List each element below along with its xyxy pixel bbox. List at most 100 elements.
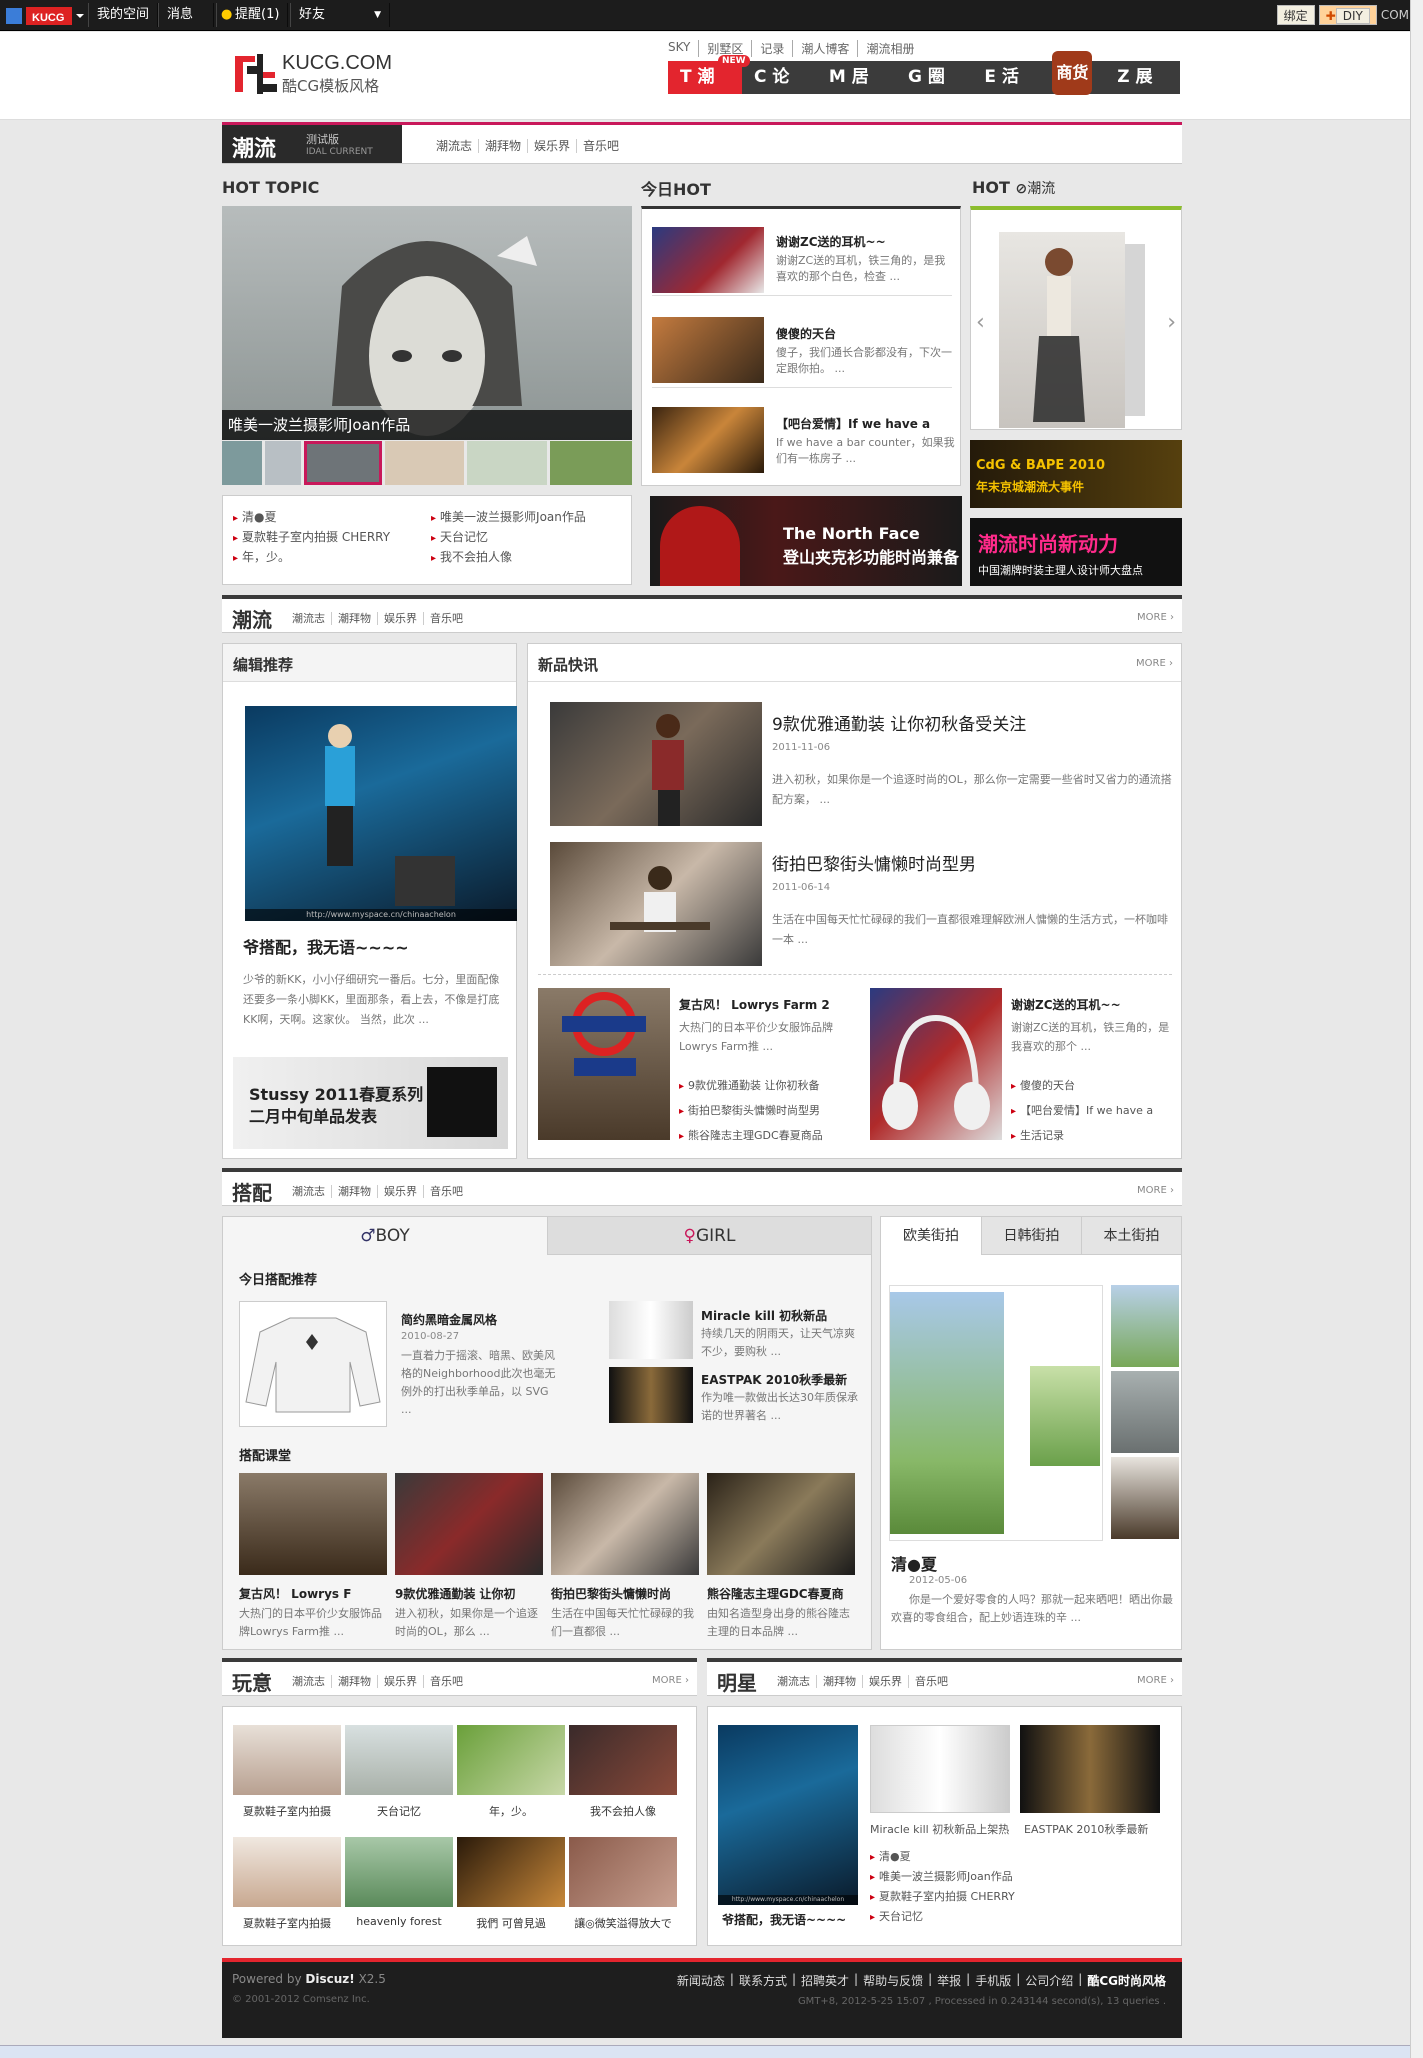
editor-pick-title[interactable]: 爷搭配，我无语~~~~ (243, 934, 409, 958)
wanyi-caption[interactable]: 我不会拍人像 (569, 1803, 677, 1819)
link-chaoliuzhi[interactable]: 潮流志 (286, 1675, 331, 1688)
bind-qq-button[interactable]: 绑定 (1276, 5, 1315, 25)
footer-link[interactable]: 招聘英才 (796, 1972, 854, 1989)
slide-thumb-4[interactable] (384, 441, 465, 485)
wanyi-thumb[interactable] (569, 1725, 677, 1795)
list-item[interactable]: 我不会拍人像 (431, 548, 621, 568)
street-title[interactable]: 清●夏 (891, 1551, 937, 1575)
mingxing-item-2[interactable]: EASTPAK 2010秋季最新 (1024, 1821, 1170, 1837)
nav-chaoliu[interactable]: T 潮流 NEW (668, 55, 750, 120)
tab-boy[interactable]: ♂BOY (223, 1217, 548, 1255)
wanyi-thumb[interactable] (457, 1725, 565, 1795)
stussy-banner[interactable]: Stussy 2011春夏系列 二月中旬单品发表 (233, 1057, 508, 1149)
nav-circles[interactable]: G 圈子 (896, 61, 972, 120)
list-item[interactable]: 街拍巴黎街头慵懒时尚型男 (679, 1099, 849, 1124)
reminders-link[interactable]: ● 提醒(1) (216, 3, 289, 27)
street-thumb-1[interactable] (1111, 1285, 1179, 1367)
outfit-side-title[interactable]: EASTPAK 2010秋季最新 (701, 1371, 847, 1388)
wanyi-thumb[interactable] (345, 1837, 453, 1907)
footer-link[interactable]: 联系方式 (734, 1972, 792, 1989)
news-image-1[interactable] (550, 702, 762, 826)
trend-power-banner[interactable]: 潮流时尚新动力 中国潮牌时装主理人设计师大盘点 (970, 518, 1182, 586)
list-item[interactable]: 9款优雅通勤装 让你初秋备 (679, 1074, 849, 1099)
slide-thumb-1[interactable] (222, 441, 262, 485)
mingxing-main-caption[interactable]: 爷搭配，我无语~~~~ (722, 1911, 846, 1928)
list-item[interactable]: 熊谷隆志主理GDC春夏商品 (679, 1124, 849, 1149)
kucg-menu-button[interactable]: KUCG (6, 6, 86, 26)
class-title[interactable]: 熊谷隆志主理GDC春夏商 (707, 1585, 855, 1602)
friends-menu[interactable]: 好友 ▼ (290, 3, 390, 27)
street-thumb-3[interactable] (1111, 1457, 1179, 1539)
slide-thumb-5[interactable] (467, 441, 548, 485)
link-chaobaiwu[interactable]: 潮拜物 (478, 139, 528, 153)
north-face-banner[interactable]: The North Face 登山夹克衫功能时尚兼备 (650, 496, 962, 586)
subnav-records[interactable]: 记录 (751, 40, 792, 57)
miracle-kill-image[interactable] (609, 1301, 693, 1359)
footer-link[interactable]: 帮助与反馈 (858, 1972, 928, 1989)
cdg-bape-banner[interactable]: CdG & BAPE 2010 年末京城潮流大事件 (970, 440, 1182, 508)
chevron-right-icon[interactable]: › (1167, 310, 1176, 335)
mingxing-main-image[interactable]: http://www.myspace.cn/chinaachelon (718, 1725, 858, 1905)
diy-button[interactable]: ✚ DIY (1318, 5, 1377, 25)
list-item[interactable]: 天台记忆 (870, 1907, 1170, 1927)
outfit-title[interactable]: 简约黑暗金属风格 (401, 1311, 497, 1328)
hot-item-title[interactable]: 谢谢ZC送的耳机~~ (776, 233, 886, 250)
more-link[interactable]: MORE › (1136, 658, 1173, 669)
link-yulejie[interactable]: 娱乐界 (377, 1675, 423, 1688)
wanyi-caption[interactable]: 讓◎微笑溢得放大で (569, 1915, 677, 1931)
list-item[interactable]: 唯美一波兰摄影师Joan作品 (431, 508, 621, 528)
chevron-left-icon[interactable]: ‹ (976, 310, 985, 335)
list-item[interactable]: 年，少。 (233, 548, 423, 568)
news-title[interactable]: 9款优雅通勤装 让你初秋备受关注 (772, 710, 1026, 735)
sweatshirt-image[interactable] (239, 1301, 387, 1427)
link-yinyueba[interactable]: 音乐吧 (908, 1675, 954, 1688)
eastpak-image[interactable] (609, 1367, 693, 1423)
tab-asian-street[interactable]: 日韩街拍 (981, 1217, 1081, 1255)
nav-residents[interactable]: M 居民 (817, 61, 896, 120)
footer-link[interactable]: 新闻动态 (672, 1972, 730, 1989)
nav-events[interactable]: E 活动 (972, 61, 1046, 120)
footer-link[interactable]: 举报 (932, 1972, 966, 1989)
hot-item-title[interactable]: 【吧台爱情】If we have a (776, 415, 930, 432)
link-yinyueba[interactable]: 音乐吧 (423, 1185, 469, 1198)
shop-icon[interactable]: 商货 (1046, 51, 1105, 95)
mingxing-image-2[interactable] (1020, 1725, 1160, 1813)
slide-thumb-6[interactable] (550, 441, 632, 485)
my-space-link[interactable]: 我的空间 (88, 3, 159, 27)
horizontal-scrollbar[interactable] (0, 2045, 1410, 2058)
link-yulejie[interactable]: 娱乐界 (527, 139, 577, 153)
nav-exhibition[interactable]: Z 展览 (1105, 61, 1180, 120)
class-title[interactable]: 街拍巴黎街头慵懒时尚 (551, 1585, 699, 1602)
list-item[interactable]: 夏款鞋子室内拍摄 CHERRY (233, 528, 423, 548)
underground-image[interactable] (538, 988, 670, 1140)
wanyi-thumb[interactable] (345, 1725, 453, 1795)
wanyi-thumb[interactable] (457, 1837, 565, 1907)
mingxing-image-1[interactable] (870, 1725, 1010, 1813)
link-yinyueba[interactable]: 音乐吧 (423, 612, 469, 625)
link-chaoliuzhi[interactable]: 潮流志 (771, 1675, 816, 1688)
class-title[interactable]: 9款优雅通勤装 让你初 (395, 1585, 543, 1602)
col-title[interactable]: 谢谢ZC送的耳机~~ (1011, 996, 1121, 1013)
list-item[interactable]: 清●夏 (233, 508, 423, 528)
footer-link[interactable]: 酷CG时尚风格 (1082, 1972, 1166, 1989)
class-image-2[interactable] (395, 1473, 543, 1575)
tab-girl[interactable]: ♀GIRL (548, 1217, 871, 1255)
messages-link[interactable]: 消息 (158, 3, 214, 27)
tab-western-street[interactable]: 欧美街拍 (881, 1217, 981, 1255)
list-item[interactable]: 天台记忆 (431, 528, 621, 548)
more-link[interactable]: MORE › (1137, 612, 1174, 623)
wanyi-caption[interactable]: 我們 可曾見過 (457, 1915, 565, 1931)
more-link[interactable]: MORE › (1137, 1185, 1174, 1196)
wanyi-caption[interactable]: 夏款鞋子室内拍摄 (233, 1915, 341, 1931)
wanyi-caption[interactable]: 天台记忆 (345, 1803, 453, 1819)
footer-link[interactable]: 手机版 (970, 1972, 1016, 1989)
list-item[interactable]: 唯美一波兰摄影师Joan作品 (870, 1867, 1170, 1887)
class-image-4[interactable] (707, 1473, 855, 1575)
subnav-sky[interactable]: SKY (668, 40, 698, 57)
link-chaobaiwu[interactable]: 潮拜物 (331, 1675, 377, 1688)
list-item[interactable]: 生活记录 (1011, 1124, 1171, 1149)
wanyi-thumb[interactable] (233, 1725, 341, 1795)
wanyi-thumb[interactable] (569, 1837, 677, 1907)
link-yinyueba[interactable]: 音乐吧 (576, 139, 626, 153)
more-link[interactable]: MORE › (652, 1675, 689, 1686)
